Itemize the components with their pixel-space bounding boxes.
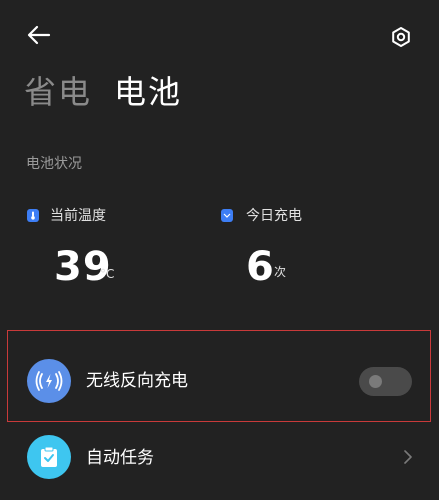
charge-count-unit: 次 [274, 265, 287, 279]
wireless-reverse-charging-toggle[interactable] [359, 367, 412, 396]
charge-count-value: 6 [246, 244, 275, 290]
thermometer-icon [27, 209, 39, 222]
automatic-tasks-label: 自动任务 [86, 448, 154, 468]
tab-battery[interactable]: 电池 [114, 72, 182, 112]
battery-status-label: 电池状况 [26, 156, 82, 172]
clipboard-check-icon [27, 435, 71, 479]
automatic-tasks-row[interactable]: 自动任务 [12, 425, 426, 495]
charge-count-label: 今日充电 [246, 208, 302, 224]
settings-button[interactable] [384, 20, 418, 54]
toggle-knob [369, 375, 382, 388]
charge-count-icon [221, 209, 233, 222]
tab-power-saving[interactable]: 省电 [24, 72, 92, 112]
gear-icon [392, 27, 410, 47]
wireless-charging-icon [27, 359, 71, 403]
temperature-label: 当前温度 [50, 208, 106, 224]
wireless-reverse-charging-label: 无线反向充电 [86, 371, 188, 391]
chevron-right-icon [398, 446, 418, 468]
back-button[interactable] [22, 20, 56, 50]
temperature-unit: °C [100, 267, 115, 281]
back-arrow-icon [27, 25, 51, 45]
